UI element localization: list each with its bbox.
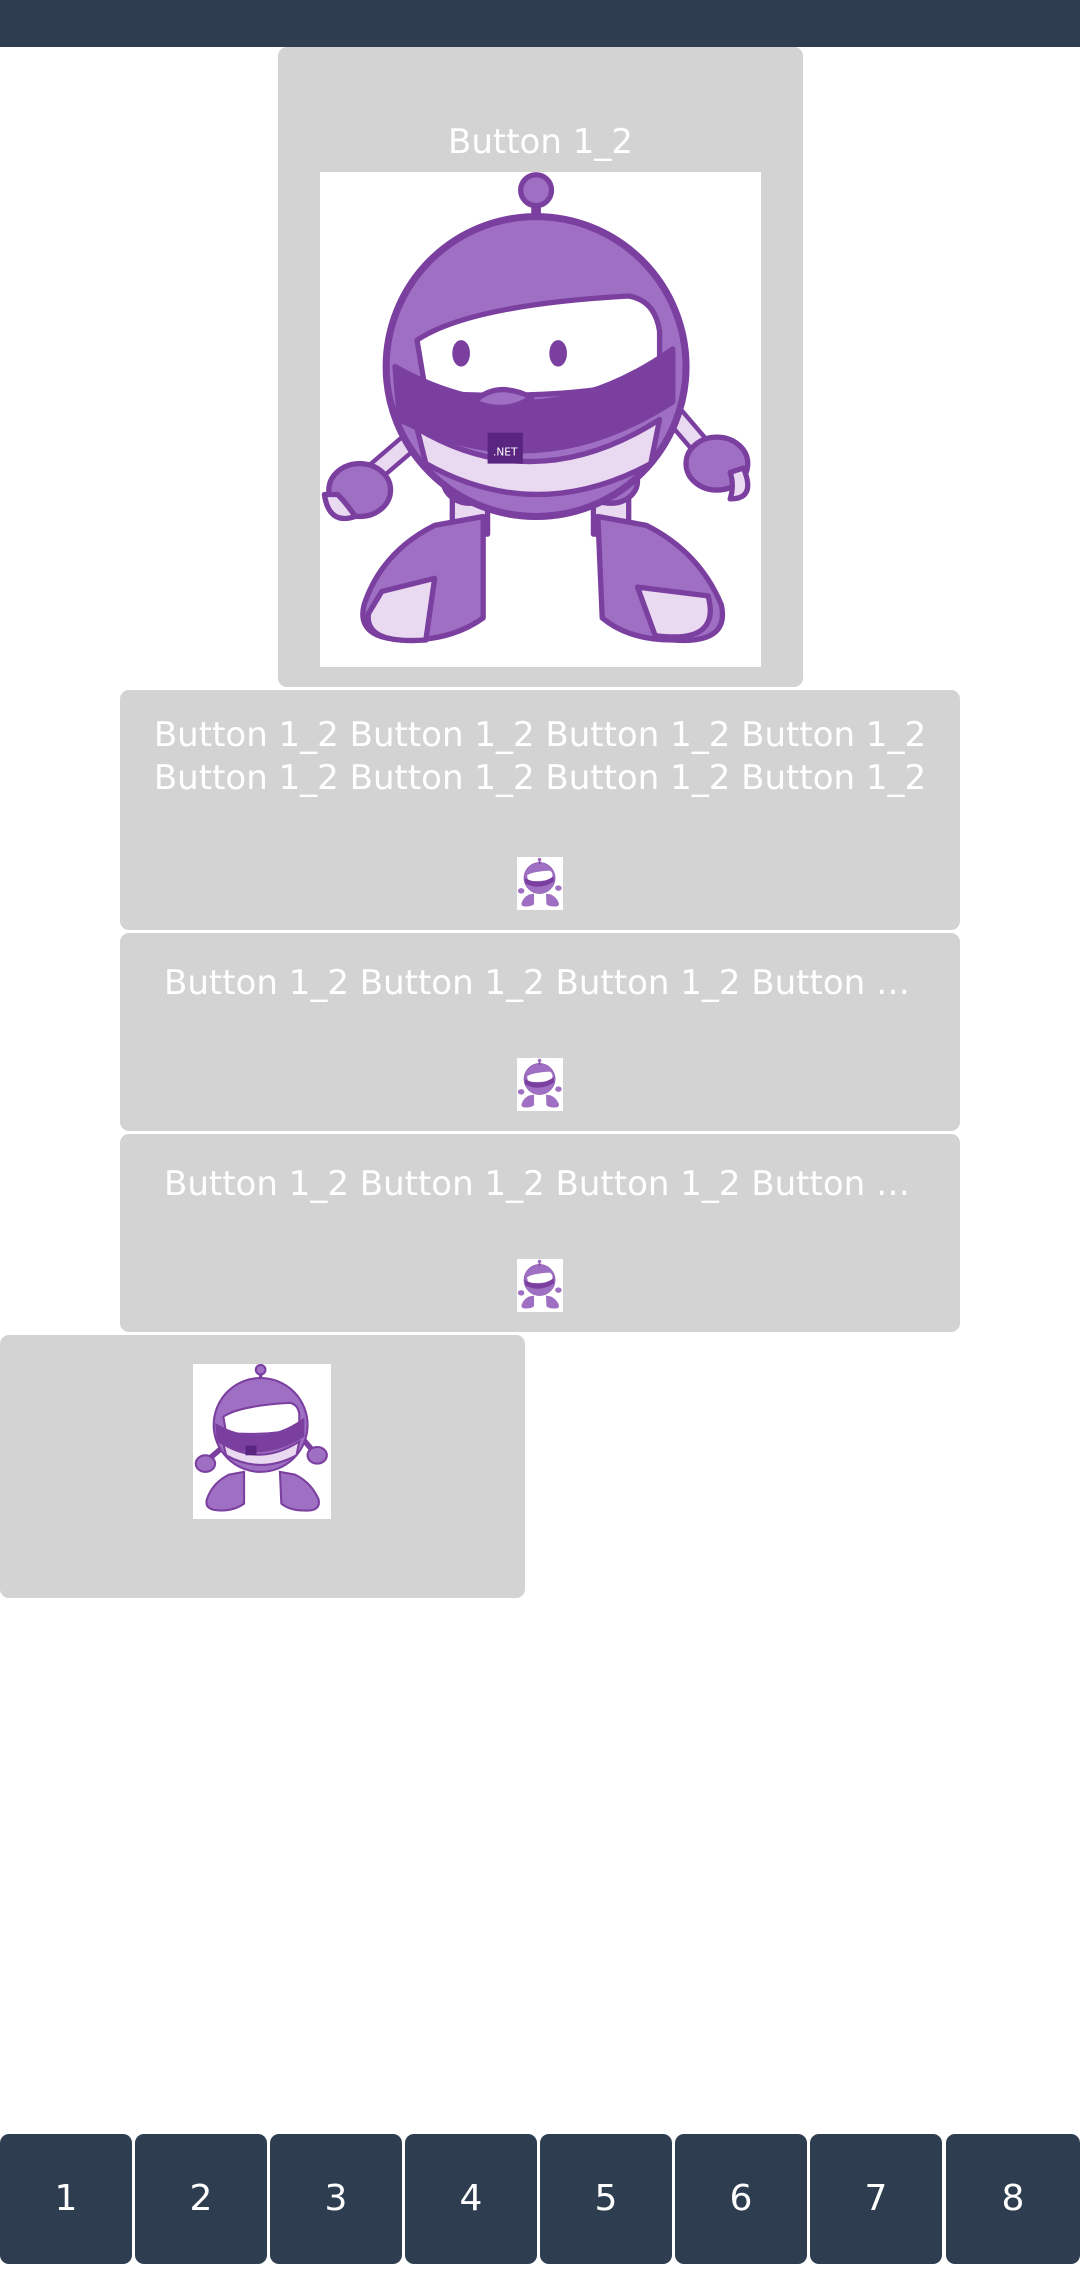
- tab-8[interactable]: 8: [946, 2134, 1080, 2264]
- bottom-tab-bar: 1 2 3 4 5 6 7 8: [0, 2134, 1080, 2264]
- top-bar: [0, 0, 1080, 47]
- button-image-only[interactable]: [0, 1335, 525, 1598]
- button-label: Button 1_2 Button 1_2 Button 1_2 Button …: [153, 715, 927, 798]
- tab-3[interactable]: 3: [270, 2134, 402, 2264]
- tab-7[interactable]: 7: [810, 2134, 942, 2264]
- svg-text:.NET: .NET: [493, 447, 518, 459]
- dotnet-bot-icon: .NET: [320, 172, 761, 667]
- tab-6[interactable]: 6: [675, 2134, 807, 2264]
- tab-2[interactable]: 2: [135, 2134, 267, 2264]
- dotnet-bot-icon: [517, 857, 563, 910]
- button-image-large[interactable]: Button 1_2 .NET: [278, 47, 803, 687]
- button-text-truncated[interactable]: Button 1_2 Button 1_2 Button 1_2 Button …: [120, 1134, 960, 1332]
- dotnet-bot-icon: [517, 1058, 563, 1111]
- dotnet-bot-icon: [193, 1364, 331, 1519]
- tab-1[interactable]: 1: [0, 2134, 132, 2264]
- button-text-truncated[interactable]: Button 1_2 Button 1_2 Button 1_2 Button …: [120, 933, 960, 1131]
- tab-4[interactable]: 4: [405, 2134, 537, 2264]
- button-label: Button 1_2 Button 1_2 Button 1_2 Button …: [164, 963, 960, 1003]
- button-label: Button 1_2: [448, 122, 633, 162]
- button-label: Button 1_2 Button 1_2 Button 1_2 Button …: [164, 1164, 960, 1204]
- tab-5[interactable]: 5: [540, 2134, 672, 2264]
- button-text-wrapped[interactable]: Button 1_2 Button 1_2 Button 1_2 Button …: [120, 690, 960, 930]
- bot-svg: .NET: [321, 172, 751, 644]
- dotnet-bot-icon: [517, 1259, 563, 1312]
